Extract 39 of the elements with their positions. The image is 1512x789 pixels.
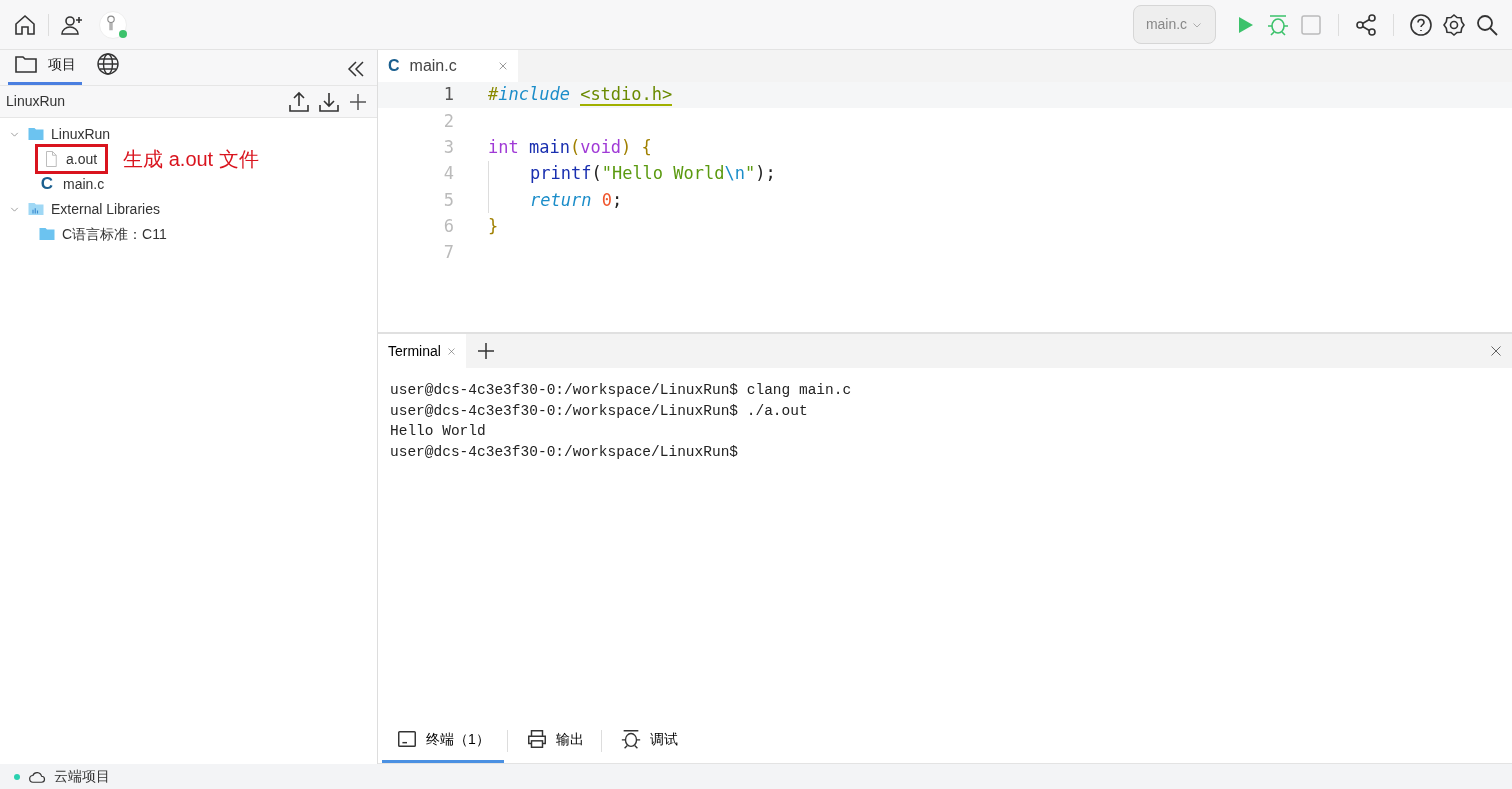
- annotation-text: 生成 a.out 文件: [123, 147, 259, 172]
- tree-item-label[interactable]: C语言标准：C11: [62, 223, 167, 245]
- settings-icon[interactable]: [1441, 11, 1467, 38]
- c-file-icon: C: [388, 54, 400, 78]
- terminal-tab[interactable]: Terminal: [378, 334, 466, 368]
- terminal-icon: [396, 728, 418, 750]
- close-icon[interactable]: [498, 61, 508, 71]
- panel-tab[interactable]: 输出: [511, 718, 598, 763]
- code-line: }: [488, 214, 499, 238]
- c-file-icon: C: [38, 171, 56, 197]
- panel-tab[interactable]: 调试: [605, 718, 692, 763]
- folder-icon: [38, 225, 56, 243]
- line-number: 7: [442, 241, 455, 265]
- editor-tab[interactable]: C main.c: [378, 50, 518, 82]
- tree-item-label[interactable]: main.c: [63, 173, 105, 195]
- bug-icon: [619, 728, 642, 750]
- line-number: 3: [442, 136, 455, 159]
- share-icon[interactable]: [1353, 11, 1379, 38]
- folder-icon: [27, 125, 45, 143]
- library-folder-icon: [27, 200, 45, 218]
- code-line: printf("Hello World\n");: [530, 162, 776, 186]
- project-title: LinuxRun: [6, 92, 66, 111]
- tree-item-label[interactable]: a.out: [66, 148, 98, 170]
- line-number: 4: [442, 162, 455, 186]
- line-number: 1: [442, 83, 455, 107]
- printer-icon: [525, 728, 548, 750]
- tree-item-label[interactable]: External Libraries: [51, 198, 160, 220]
- tab-label: main.c: [409, 56, 458, 76]
- line-number: 2: [442, 109, 455, 133]
- code-line: return 0;: [530, 188, 623, 212]
- globe-icon: [96, 52, 120, 76]
- terminal-output: user@dcs-4c3e3f30-0:/workspace/LinuxRun$ clang main.c user@dcs-4c3e3f30-0:/workspace/LinuxRun$ ./a.out Hello World user@dcs-4c3e3f30-0:/workspace/LinuxRun$: [389, 381, 853, 462]
- line-number: 6: [442, 214, 455, 238]
- tree-item-label[interactable]: LinuxRun: [51, 123, 111, 145]
- code-line: int main(void) {: [488, 136, 652, 159]
- status-label: 云端项目: [54, 767, 110, 786]
- help-icon[interactable]: [1408, 11, 1434, 38]
- code-line: #include <stdio.h>: [488, 83, 673, 108]
- line-number: 5: [442, 188, 455, 212]
